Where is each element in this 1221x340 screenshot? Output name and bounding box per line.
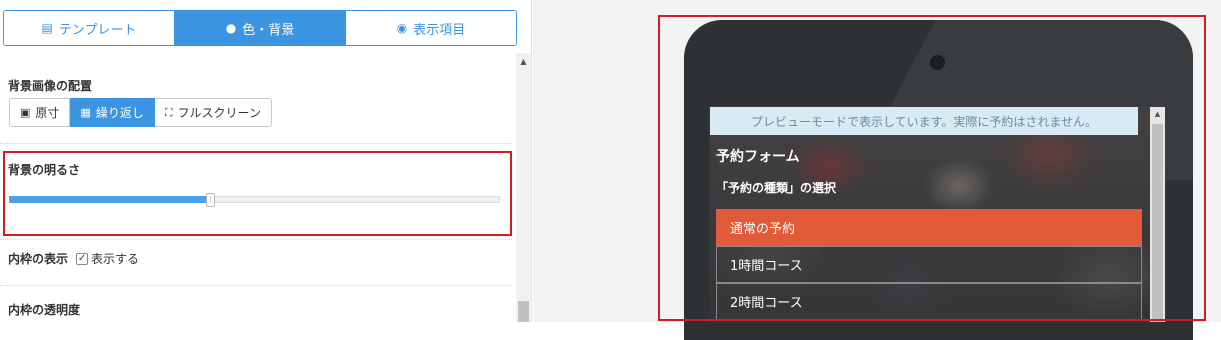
divider xyxy=(0,239,512,240)
tab-bar: ▤ テンプレート ● 色・背景 ◉ 表示項目 xyxy=(3,10,517,46)
scroll-up-arrow-icon[interactable]: ▲ xyxy=(516,57,531,67)
bg-repeat-button[interactable]: ▦ 繰り返し xyxy=(70,98,155,127)
tab-display-items-label: 表示項目 xyxy=(413,22,466,38)
grid-icon: ▦ xyxy=(80,106,91,119)
settings-panel: ▤ テンプレート ● 色・背景 ◉ 表示項目 背景画像の配置 ▣ 原寸 ▦ 繰り… xyxy=(0,0,532,322)
tab-template-label: テンプレート xyxy=(58,22,137,38)
tab-color-background[interactable]: ● 色・背景 xyxy=(174,11,345,45)
frame-display-label: 内枠の表示 xyxy=(8,252,69,266)
slider-handle[interactable]: ⁞ xyxy=(206,193,216,207)
divider xyxy=(0,285,512,286)
bg-image-options: ▣ 原寸 ▦ 繰り返し ⛶ フルスクリーン xyxy=(9,98,272,127)
frame-display-row: 内枠の表示 ✓ 表示する xyxy=(8,250,139,267)
bg-original-label: 原寸 xyxy=(35,106,60,120)
tab-template[interactable]: ▤ テンプレート xyxy=(4,11,174,45)
brightness-slider[interactable]: ⁞ xyxy=(9,193,500,207)
scroll-thumb[interactable] xyxy=(518,301,529,322)
frame-opacity-label: 内枠の透明度 xyxy=(8,303,81,317)
brightness-label: 背景の明るさ xyxy=(8,163,81,177)
bg-repeat-label: 繰り返し xyxy=(95,106,144,120)
slider-fill xyxy=(9,196,211,203)
fullscreen-icon: ⛶ xyxy=(164,105,173,119)
panel-scrollbar[interactable]: ▲ xyxy=(516,53,531,322)
list-icon: ▤ xyxy=(41,21,53,35)
bg-fullscreen-button[interactable]: ⛶ フルスクリーン xyxy=(154,98,272,127)
eye-icon: ◉ xyxy=(396,21,408,35)
bg-original-button[interactable]: ▣ 原寸 xyxy=(9,98,71,127)
divider xyxy=(0,143,512,144)
bg-fullscreen-label: フルスクリーン xyxy=(177,106,261,120)
show-frame-checkbox-label[interactable]: 表示する xyxy=(91,250,139,267)
image-icon: ▣ xyxy=(20,106,31,119)
drop-icon: ● xyxy=(225,21,237,35)
tab-display-items[interactable]: ◉ 表示項目 xyxy=(345,11,516,45)
show-frame-checkbox[interactable]: ✓ xyxy=(76,252,89,265)
highlight-box xyxy=(658,15,1206,321)
bg-image-label: 背景画像の配置 xyxy=(8,79,93,93)
tab-color-background-label: 色・背景 xyxy=(242,22,295,38)
